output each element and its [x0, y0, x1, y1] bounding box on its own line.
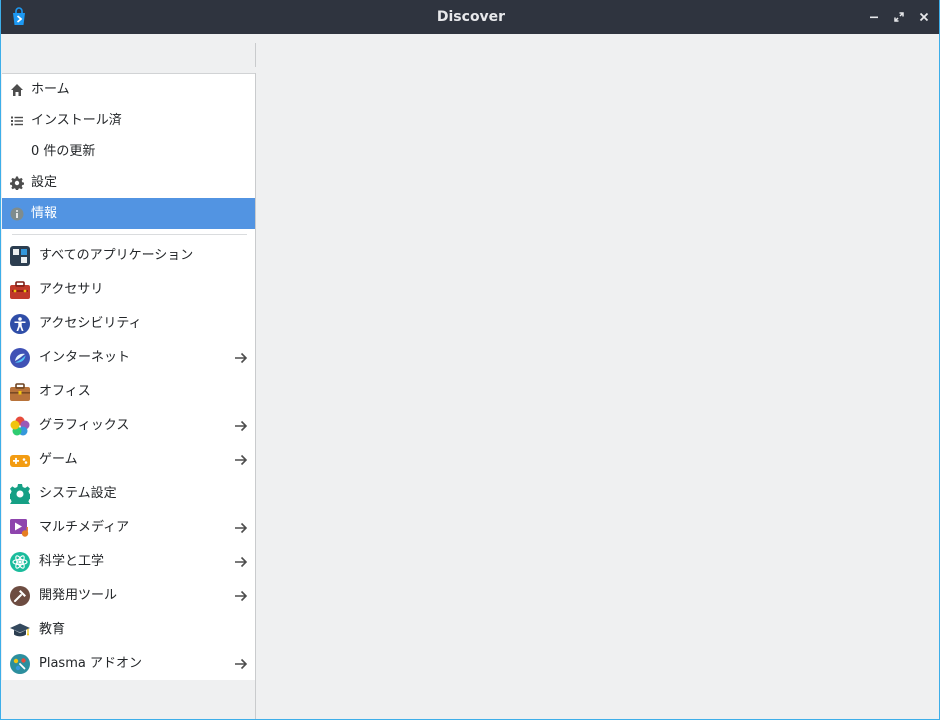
sidebar-header [2, 34, 255, 73]
category-label: アクセサリ [39, 282, 104, 297]
education-icon [10, 623, 30, 637]
arrow-right-icon [235, 522, 248, 534]
science-icon [10, 552, 30, 572]
category-label: オフィス [39, 384, 91, 399]
graphics-icon [10, 416, 30, 436]
nav-label: 0 件の更新 [31, 144, 96, 159]
development-icon [10, 586, 30, 606]
category-accessories[interactable]: アクセサリ [2, 273, 255, 307]
sidebar-divider [12, 234, 247, 235]
minimize-icon [870, 16, 878, 19]
arrow-right-icon [235, 454, 248, 466]
nav-item-updates[interactable]: 0 件の更新 [2, 136, 255, 167]
accessibility-icon [10, 314, 30, 334]
category-plasma-addons[interactable]: Plasma アドオン [2, 647, 255, 681]
all-applications-icon [10, 246, 30, 266]
category-science[interactable]: 科学と工学 [2, 545, 255, 579]
category-system-settings[interactable]: システム設定 [2, 477, 255, 511]
category-multimedia[interactable]: マルチメディア [2, 511, 255, 545]
category-label: 教育 [39, 622, 66, 637]
nav-item-settings[interactable]: 設定 [2, 167, 255, 198]
system-settings-icon [10, 484, 30, 504]
category-label: すべてのアプリケーション [39, 248, 194, 263]
category-development[interactable]: 開発用ツール [2, 579, 255, 613]
maximize-button[interactable] [890, 8, 908, 26]
category-label: インターネット [39, 350, 131, 365]
close-button[interactable] [915, 8, 933, 26]
titlebar[interactable]: Discover [1, 0, 939, 34]
category-internet[interactable]: インターネット [2, 341, 255, 375]
maximize-icon [894, 12, 904, 22]
multimedia-icon [10, 519, 29, 537]
category-education[interactable]: 教育 [2, 613, 255, 647]
nav-label: 設定 [31, 175, 58, 190]
category-label: アクセシビリティ [39, 316, 142, 331]
sidebar-border [255, 73, 256, 719]
category-office[interactable]: オフィス [2, 375, 255, 409]
nav-item-about[interactable]: 情報 [2, 198, 255, 229]
arrow-right-icon [235, 556, 248, 568]
minimize-button[interactable] [865, 8, 883, 26]
arrow-right-icon [235, 658, 248, 670]
plasma-addons-icon [10, 654, 30, 674]
nav-label: ホーム [31, 82, 70, 97]
category-games[interactable]: ゲーム [2, 443, 255, 477]
home-icon [9, 82, 25, 98]
discover-window: Discover ホーム インストール済 0 件の更新 設定 情報 すべてのアプ… [0, 0, 940, 720]
arrow-right-icon [235, 420, 248, 432]
category-label: グラフィックス [39, 418, 130, 433]
category-label: Plasma アドオン [39, 656, 142, 671]
category-all-applications[interactable]: すべてのアプリケーション [2, 239, 255, 273]
category-accessibility[interactable]: アクセシビリティ [2, 307, 255, 341]
info-icon [9, 206, 25, 222]
category-label: システム設定 [39, 486, 117, 501]
internet-icon [10, 348, 30, 368]
nav-item-installed[interactable]: インストール済 [2, 105, 255, 136]
arrow-right-icon [235, 590, 248, 602]
window-title: Discover [436, 9, 506, 25]
games-icon [10, 455, 30, 467]
sidebar: ホーム インストール済 0 件の更新 設定 情報 すべてのアプリケーション アク… [2, 34, 255, 719]
category-graphics[interactable]: グラフィックス [2, 409, 255, 443]
sidebar-footer [2, 680, 255, 719]
gear-icon [9, 175, 25, 191]
header-separator [255, 43, 256, 67]
category-label: ゲーム [39, 452, 78, 467]
nav-item-home[interactable]: ホーム [2, 74, 255, 105]
office-icon [10, 383, 30, 401]
sidebar-list[interactable]: ホーム インストール済 0 件の更新 設定 情報 すべてのアプリケーション アク… [2, 73, 255, 681]
arrow-right-icon [235, 352, 248, 364]
nav-label: インストール済 [31, 113, 122, 128]
category-label: 科学と工学 [39, 554, 105, 569]
main-content-area [256, 34, 939, 719]
accessories-icon [10, 281, 30, 299]
category-label: 開発用ツール [39, 588, 118, 603]
close-icon [919, 12, 929, 22]
nav-label: 情報 [31, 206, 58, 221]
category-label: マルチメディア [39, 520, 130, 535]
list-icon [9, 113, 25, 129]
